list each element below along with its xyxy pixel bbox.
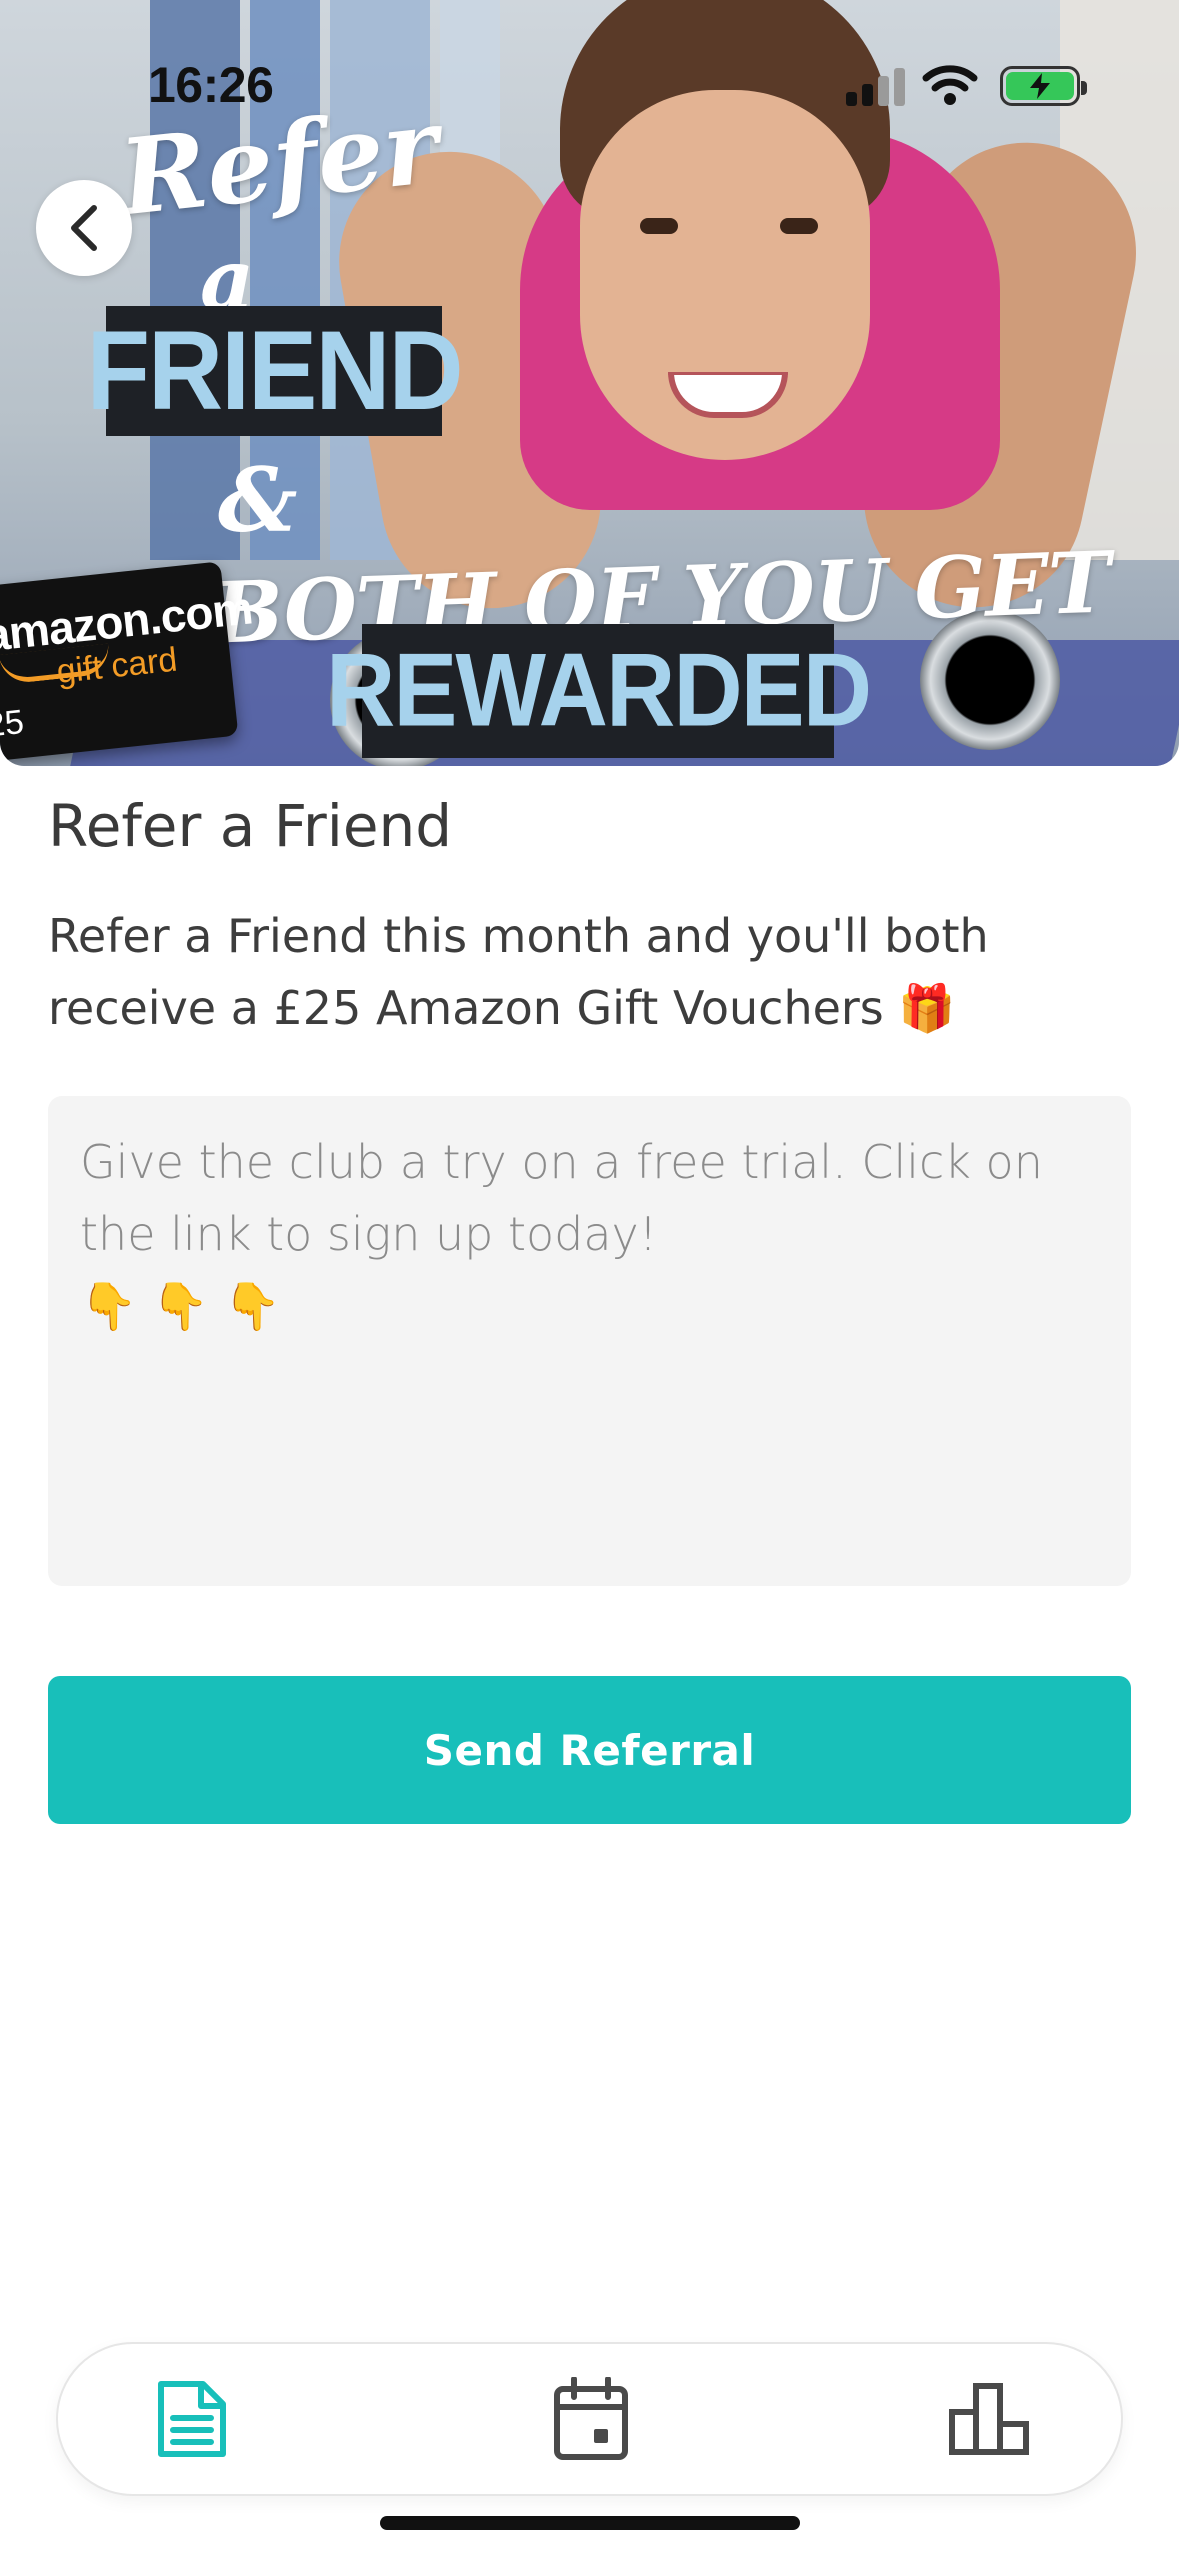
referral-message-input[interactable]: Give the club a try on a free trial. Cli… [48, 1096, 1131, 1586]
promo-rewarded-box: REWARDED [326, 624, 872, 758]
amazon-gift-card: amazon.com gift card 25 [0, 561, 254, 764]
person-eye [640, 218, 678, 234]
referral-message-text: Give the club a try on a free trial. Cli… [80, 1135, 1043, 1333]
wifi-icon [922, 65, 978, 105]
bar-chart-icon [949, 2383, 1029, 2455]
tab-calendar[interactable] [491, 2344, 691, 2494]
tab-leaderboard[interactable] [890, 2344, 1090, 2494]
tab-feed[interactable] [92, 2344, 292, 2494]
person-eye [780, 218, 818, 234]
promo-text-ampersand: & [218, 448, 298, 552]
send-referral-button[interactable]: Send Referral [48, 1676, 1131, 1824]
home-indicator [380, 2516, 800, 2530]
chevron-left-icon [71, 205, 97, 251]
battery-charging-icon [1006, 72, 1074, 100]
promo-friend-box: FRIEND [86, 306, 464, 436]
back-button[interactable] [36, 180, 132, 276]
promo-text-friend: FRIEND [86, 307, 463, 434]
gift-card-amount: 25 [0, 702, 26, 745]
bottom-tab-bar [56, 2342, 1123, 2496]
status-time: 16:26 [148, 57, 274, 113]
promo-text-rewarded: REWARDED [326, 632, 872, 749]
referral-description: Refer a Friend this month and you'll bot… [48, 909, 989, 1035]
document-icon [158, 2381, 226, 2457]
calendar-icon [554, 2377, 628, 2460]
page-title: Refer a Friend [48, 792, 453, 860]
hero-banner-image: Refer a FRIEND & BOTH OF YOU GET REWARDE… [0, 0, 1179, 766]
battery-icon [1000, 66, 1087, 106]
cellular-signal-icon [846, 66, 906, 106]
